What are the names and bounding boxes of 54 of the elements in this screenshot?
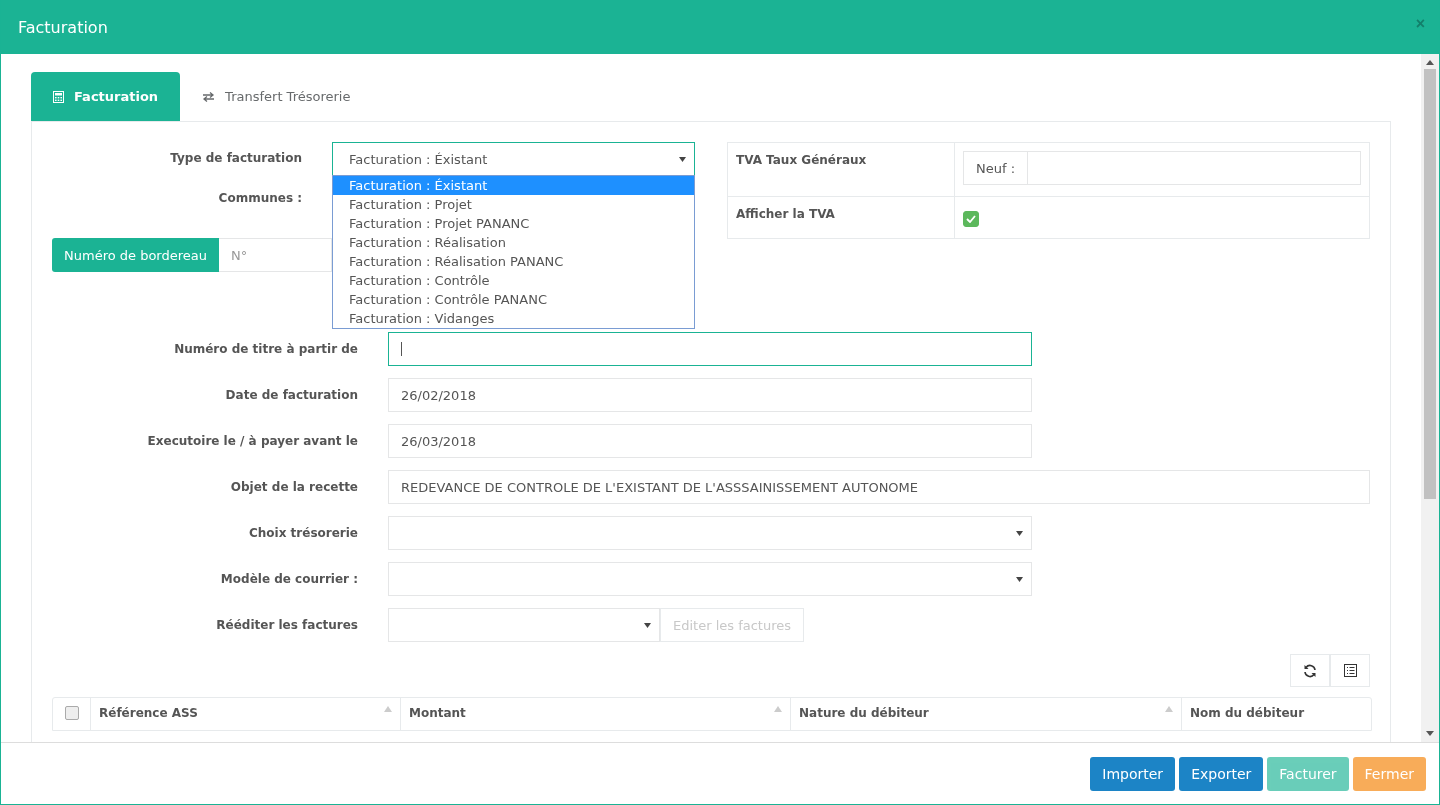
- refresh-button[interactable]: [1290, 654, 1330, 687]
- sort-icon[interactable]: [384, 706, 392, 712]
- refresh-icon: [1303, 663, 1317, 678]
- field-label: Rééditer les factures: [215, 618, 358, 632]
- window-title: Facturation: [18, 17, 108, 37]
- checkbox[interactable]: [963, 211, 979, 228]
- checkmark-icon: [966, 215, 976, 224]
- dropdown-option[interactable]: Facturation : Projet PANANC: [333, 214, 694, 233]
- field-label: Communes :: [217, 190, 302, 205]
- input-field[interactable]: 26/03/2018: [388, 424, 1032, 458]
- list-icon: [1343, 664, 1357, 677]
- column-header[interactable]: Nom du débiteur: [1190, 706, 1305, 720]
- column-header[interactable]: Montant: [409, 706, 466, 720]
- field-label: Objet de la recette: [229, 480, 358, 494]
- scrollbar[interactable]: [1421, 54, 1439, 742]
- caret-icon: [679, 156, 686, 162]
- columns-button[interactable]: [1330, 654, 1370, 687]
- scroll-up-icon[interactable]: [1426, 60, 1434, 65]
- calculator-icon: [53, 90, 64, 103]
- sort-icon[interactable]: [1165, 706, 1173, 712]
- tab[interactable]: Transfert Trésorerie: [180, 72, 373, 121]
- input-field[interactable]: [388, 332, 1032, 366]
- field-label: Afficher la TVA: [736, 206, 835, 222]
- field-label: TVA Taux Généraux: [736, 152, 867, 167]
- caret-icon: [1016, 530, 1023, 536]
- caret-icon: [644, 622, 651, 628]
- select-field[interactable]: [388, 562, 1032, 596]
- field-label: Choix trésorerie: [247, 526, 358, 540]
- select-field[interactable]: [388, 608, 660, 642]
- input-field[interactable]: 26/02/2018: [388, 378, 1032, 412]
- field-label: Numéro de titre à partir de: [173, 342, 358, 356]
- scroll-down-icon[interactable]: [1426, 731, 1434, 736]
- footer-button[interactable]: Exporter: [1179, 756, 1264, 791]
- footer-button[interactable]: Importer: [1090, 756, 1176, 791]
- column-header[interactable]: Nature du débiteur: [799, 706, 929, 720]
- swap-arrows-icon: [202, 91, 216, 102]
- column-header[interactable]: Référence ASS: [99, 706, 198, 720]
- select-field[interactable]: [388, 516, 1032, 550]
- dropdown-option[interactable]: Facturation : Projet: [333, 195, 694, 214]
- dropdown-option[interactable]: Facturation : Contrôle PANANC: [333, 290, 694, 309]
- field-label: Executoire le / à payer avant le: [146, 434, 358, 448]
- dropdown-option[interactable]: Facturation : Réalisation PANANC: [333, 252, 694, 271]
- input-field[interactable]: Neuf :: [963, 151, 1361, 185]
- input-addon: Numéro de bordereau: [52, 238, 219, 272]
- field-label: Date de facturation: [224, 388, 358, 402]
- dropdown-option[interactable]: Facturation : Contrôle: [333, 271, 694, 290]
- sort-icon[interactable]: [774, 706, 782, 712]
- caret-icon: [1016, 576, 1023, 582]
- dropdown-option[interactable]: Facturation : Réalisation: [333, 233, 694, 252]
- dropdown-option[interactable]: Facturation : Vidanges: [333, 309, 694, 328]
- checkbox[interactable]: [64, 706, 79, 720]
- field-label: Modèle de courrier :: [219, 572, 358, 586]
- field-label: Type de facturation: [169, 150, 302, 165]
- input-field[interactable]: REDEVANCE DE CONTROLE DE L'EXISTANT DE L'ASSSAINISSEMENT AUTONOME: [388, 470, 1370, 504]
